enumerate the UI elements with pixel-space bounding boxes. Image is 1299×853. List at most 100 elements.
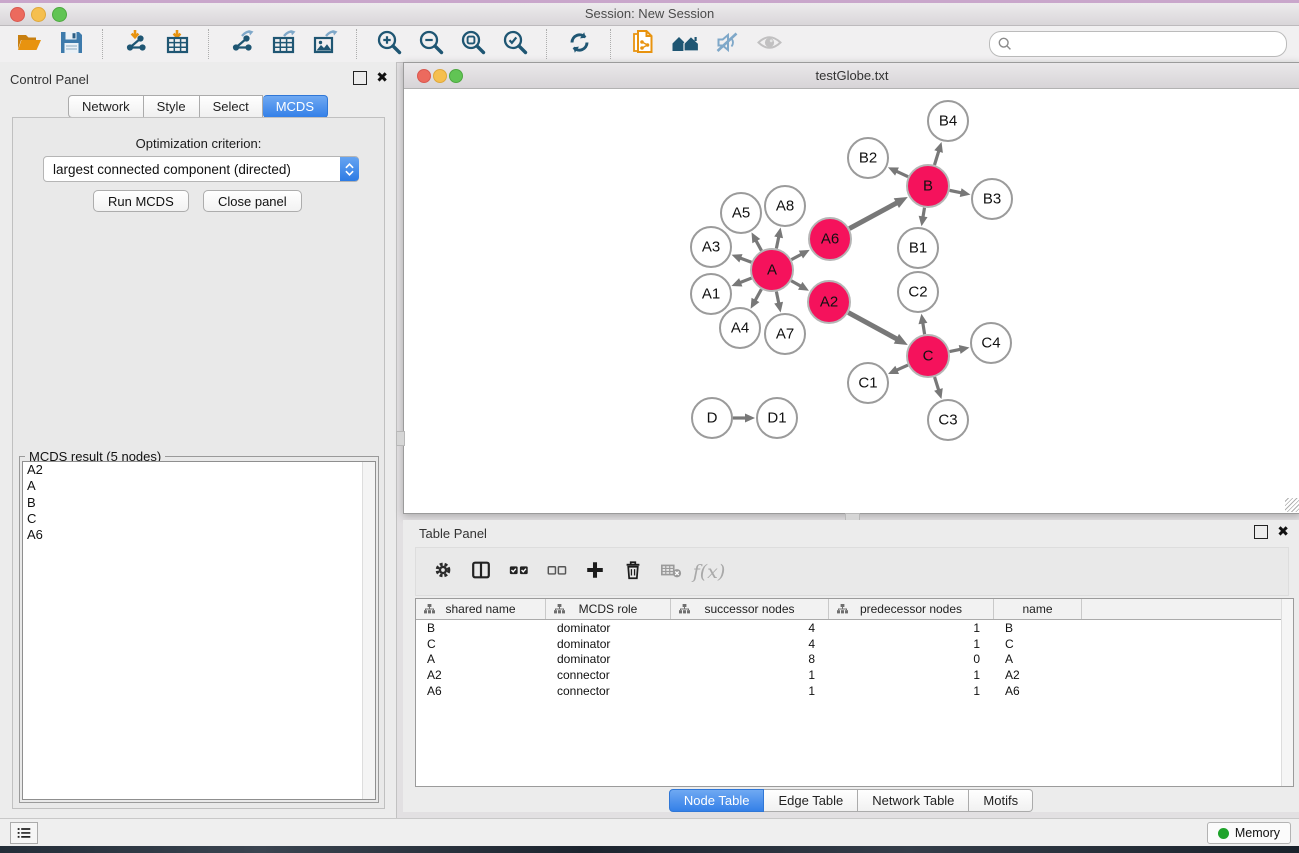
export-table-button[interactable] (262, 28, 304, 60)
node-C4[interactable]: C4 (971, 323, 1011, 363)
node-A8[interactable]: A8 (765, 186, 805, 226)
edge-B-B4[interactable] (934, 150, 939, 165)
node-D[interactable]: D (692, 398, 732, 438)
node-B2[interactable]: B2 (848, 138, 888, 178)
node-C2[interactable]: C2 (898, 272, 938, 312)
node-B[interactable]: B (907, 165, 949, 207)
zoom-selected-button[interactable] (494, 28, 536, 60)
search-box[interactable] (989, 31, 1287, 57)
node-A6[interactable]: A6 (809, 218, 851, 260)
network-canvas[interactable]: B4 B2 B B3 A5A8A6 A3 B1 A A1 C2 A2 A4A7 C C4 C1 C3 D D1 (404, 89, 1298, 511)
edge-A2-C[interactable] (848, 313, 898, 340)
zoom-out-icon (418, 29, 445, 59)
window-resize-grip[interactable] (1285, 498, 1299, 512)
add-column-button[interactable] (576, 555, 614, 589)
float-panel-icon[interactable] (353, 71, 367, 85)
column-header-name[interactable]: name (994, 599, 1082, 619)
tab-node-table[interactable]: Node Table (669, 789, 765, 812)
edge-A-A1[interactable] (739, 278, 752, 283)
zoom-fit-button[interactable] (452, 28, 494, 60)
node-B3[interactable]: B3 (972, 179, 1012, 219)
criterion-dropdown[interactable]: largest connected component (directed) (43, 156, 359, 182)
deselect-all-button[interactable] (538, 555, 576, 589)
toggle-column-button[interactable] (462, 555, 500, 589)
edge-C-C3[interactable] (935, 377, 939, 391)
table-row[interactable]: Adominator80A (416, 651, 1293, 667)
close-panel-button[interactable]: Close panel (203, 190, 302, 212)
result-item[interactable]: A6 (23, 527, 375, 543)
column-header-predecessor-nodes[interactable]: predecessor nodes (829, 599, 994, 619)
network-window-titlebar[interactable]: testGlobe.txt (404, 63, 1299, 89)
column-header-label: MCDS role (579, 602, 638, 616)
delete-column-button[interactable] (614, 555, 652, 589)
vertical-divider-handle[interactable] (396, 431, 405, 446)
edge-A6-B[interactable] (849, 202, 898, 228)
tab-edge-table[interactable]: Edge Table (764, 789, 858, 812)
mcds-result-list: A2ABCA6 (22, 461, 376, 800)
edge-B-B2[interactable] (895, 171, 908, 177)
save-session-button[interactable] (50, 28, 92, 60)
result-item[interactable]: B (23, 495, 375, 511)
node-C1[interactable]: C1 (848, 363, 888, 403)
zoom-in-button[interactable] (368, 28, 410, 60)
node-A4[interactable]: A4 (720, 308, 760, 348)
edge-C-C1[interactable] (895, 365, 908, 371)
run-mcds-button[interactable]: Run MCDS (93, 190, 189, 212)
panel-menu-button[interactable] (10, 822, 38, 844)
float-table-panel-icon[interactable] (1254, 525, 1268, 539)
tab-network[interactable]: Network (68, 95, 144, 118)
node-B4[interactable]: B4 (928, 101, 968, 141)
result-item[interactable]: A2 (23, 462, 375, 478)
tab-network-table[interactable]: Network Table (858, 789, 969, 812)
table-row[interactable]: Cdominator41C (416, 636, 1293, 652)
table-cell: C (416, 637, 546, 651)
tab-mcds[interactable]: MCDS (263, 95, 328, 118)
node-A2[interactable]: A2 (808, 281, 850, 323)
node-A[interactable]: A (751, 249, 793, 291)
result-item[interactable]: C (23, 511, 375, 527)
tab-style[interactable]: Style (144, 95, 200, 118)
search-input[interactable] (1012, 34, 1286, 54)
export-network-button[interactable] (220, 28, 262, 60)
node-label-C1: C1 (858, 375, 877, 392)
node-C3[interactable]: C3 (928, 400, 968, 440)
import-table-button[interactable] (156, 28, 198, 60)
node-C[interactable]: C (907, 335, 949, 377)
node-A1[interactable]: A1 (691, 274, 731, 314)
export-image-button[interactable] (304, 28, 346, 60)
home-button[interactable] (664, 28, 706, 60)
node-A5[interactable]: A5 (721, 193, 761, 233)
table-row[interactable]: A6connector11A6 (416, 683, 1293, 699)
mute-button[interactable] (706, 28, 748, 60)
tab-select[interactable]: Select (200, 95, 263, 118)
column-header-MCDS-role[interactable]: MCDS role (546, 599, 671, 619)
ndex-document-button[interactable] (622, 28, 664, 60)
close-table-panel-icon[interactable]: ✖ (1277, 525, 1289, 539)
open-session-button[interactable] (8, 28, 50, 60)
node-B1[interactable]: B1 (898, 228, 938, 268)
column-header-label: predecessor nodes (860, 602, 962, 616)
eye-button[interactable] (748, 28, 790, 60)
column-header-label: shared name (445, 602, 515, 616)
zoom-out-button[interactable] (410, 28, 452, 60)
select-all-button[interactable] (500, 555, 538, 589)
table-settings-gear-button[interactable] (424, 555, 462, 589)
memory-button[interactable]: Memory (1207, 822, 1291, 844)
table-row[interactable]: A2connector11A2 (416, 667, 1293, 683)
node-D1[interactable]: D1 (757, 398, 797, 438)
result-item[interactable]: A (23, 478, 375, 494)
edge-A-A4[interactable] (754, 289, 761, 301)
node-A7[interactable]: A7 (765, 314, 805, 354)
import-network-button[interactable] (114, 28, 156, 60)
table-scrollbar[interactable] (1281, 599, 1293, 786)
column-header-shared-name[interactable]: shared name (416, 599, 546, 619)
node-A3[interactable]: A3 (691, 227, 731, 267)
table-row[interactable]: Bdominator41B (416, 620, 1293, 636)
refresh-layout-button[interactable] (558, 28, 600, 60)
tab-motifs[interactable]: Motifs (969, 789, 1033, 812)
close-panel-icon[interactable]: ✖ (376, 71, 388, 85)
node-label-B3: B3 (983, 191, 1001, 208)
result-scrollbar[interactable] (362, 462, 375, 799)
table-cell: B (994, 621, 1082, 635)
column-header-successor-nodes[interactable]: successor nodes (671, 599, 829, 619)
